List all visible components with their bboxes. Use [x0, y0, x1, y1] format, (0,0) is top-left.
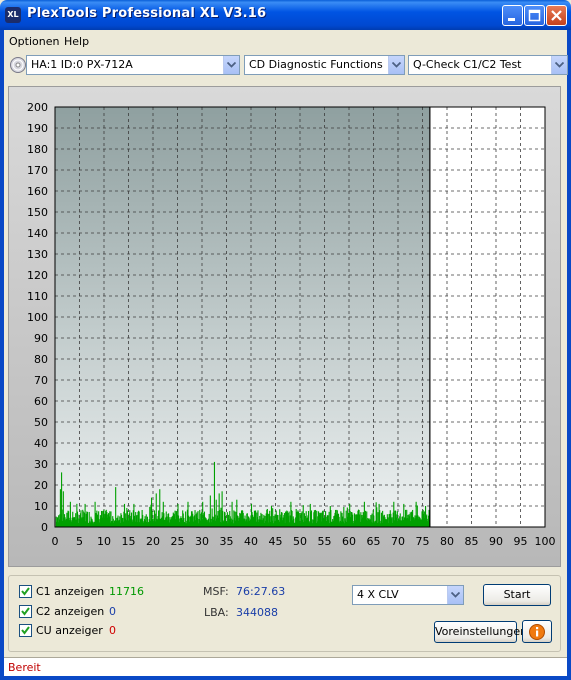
- x-tick-label: 90: [489, 535, 503, 548]
- test-select-value: Q-Check C1/C2 Test: [413, 58, 522, 71]
- x-tick-label: 40: [244, 535, 258, 548]
- c2-checkbox-row[interactable]: C2 anzeigen 0: [19, 605, 199, 621]
- menu-bar: Optionen Help: [4, 31, 567, 51]
- test-select[interactable]: Q-Check C1/C2 Test: [408, 55, 568, 75]
- y-tick-label: 200: [27, 101, 48, 114]
- c1-bar: [61, 472, 63, 527]
- y-tick-label: 20: [34, 479, 48, 492]
- close-button[interactable]: [546, 5, 567, 26]
- checkmark-icon: [21, 626, 30, 635]
- y-tick-label: 190: [27, 122, 48, 135]
- info-button[interactable]: [522, 620, 552, 643]
- y-tick-label: 70: [34, 374, 48, 387]
- x-tick-label: 70: [391, 535, 405, 548]
- status-text: Bereit: [8, 661, 41, 674]
- y-tick-label: 30: [34, 458, 48, 471]
- y-tick-label: 40: [34, 437, 48, 450]
- toolbar: HA:1 ID:0 PX-712A CD Diagnostic Function…: [4, 51, 568, 81]
- checkmark-icon: [21, 607, 30, 616]
- c1-checkbox-row[interactable]: C1 anzeigen 11716: [19, 585, 199, 601]
- c2-count: 0: [109, 605, 116, 618]
- cu-checkbox-row[interactable]: CU anzeiger 0: [19, 624, 199, 640]
- x-tick-label: 5: [76, 535, 83, 548]
- info-icon: [529, 624, 545, 640]
- msf-label: MSF:: [203, 585, 229, 598]
- x-tick-label: 55: [318, 535, 332, 548]
- speed-select-value: 4 X CLV: [357, 588, 399, 601]
- chart-panel: 0 5 10 15 20 25 30 35 40 45 50 55 60 65 70 75 80 85 90 95 10…: [8, 86, 561, 567]
- lba-value: 344088: [236, 606, 278, 619]
- msf-value: 76:27.63: [236, 585, 286, 598]
- x-tick-label: 85: [465, 535, 479, 548]
- cu-count: 0: [109, 624, 116, 637]
- title-bar[interactable]: XL PlexTools Professional XL V3.16: [0, 0, 571, 30]
- x-tick-label: 45: [269, 535, 283, 548]
- c1-count: 11716: [109, 585, 144, 598]
- maximize-button[interactable]: [524, 5, 545, 26]
- x-tick-label: 60: [342, 535, 356, 548]
- chevron-down-icon[interactable]: [447, 586, 463, 604]
- y-tick-label: 100: [27, 311, 48, 324]
- checkmark-icon: [21, 587, 30, 596]
- chevron-down-icon[interactable]: [551, 56, 567, 74]
- cu-checkbox[interactable]: [19, 624, 32, 637]
- disc-icon: [10, 57, 26, 73]
- close-icon: [551, 10, 562, 21]
- function-select-value: CD Diagnostic Functions: [249, 58, 383, 71]
- c1c2-chart: 0 5 10 15 20 25 30 35 40 45 50 55 60 65 70 75 80 85 90 95 10…: [27, 101, 556, 548]
- y-tick-label: 170: [27, 164, 48, 177]
- chevron-down-icon[interactable]: [388, 56, 404, 74]
- x-tick-label: 75: [416, 535, 430, 548]
- settings-button[interactable]: Voreinstellungen: [434, 621, 527, 643]
- y-tick-label: 120: [27, 269, 48, 282]
- y-tick-label: 150: [27, 206, 48, 219]
- minimize-icon: [508, 18, 515, 21]
- y-tick-label: 80: [34, 353, 48, 366]
- y-tick-label: 90: [34, 332, 48, 345]
- maximize-icon: [528, 9, 541, 22]
- x-tick-label: 20: [146, 535, 160, 548]
- x-tick-label: 100: [535, 535, 556, 548]
- speed-select[interactable]: 4 X CLV: [352, 585, 464, 605]
- menu-help[interactable]: Help: [64, 35, 89, 48]
- x-tick-label: 25: [171, 535, 185, 548]
- y-tick-label: 50: [34, 416, 48, 429]
- y-tick-label: 130: [27, 248, 48, 261]
- c1-checkbox[interactable]: [19, 585, 32, 598]
- window-border-left: [0, 30, 4, 680]
- y-tick-label: 160: [27, 185, 48, 198]
- x-tick-label: 95: [514, 535, 528, 548]
- x-tick-label: 30: [195, 535, 209, 548]
- x-tick-label: 50: [293, 535, 307, 548]
- window-title: PlexTools Professional XL V3.16: [27, 6, 267, 21]
- start-button[interactable]: Start: [483, 584, 551, 606]
- minimize-button[interactable]: [502, 5, 523, 26]
- drive-select[interactable]: HA:1 ID:0 PX-712A: [26, 55, 240, 75]
- cu-label: CU anzeiger: [36, 624, 103, 637]
- x-tick-label: 15: [122, 535, 136, 548]
- c1-label: C1 anzeigen: [36, 585, 105, 598]
- y-tick-label: 10: [34, 500, 48, 513]
- app-icon: XL: [5, 7, 21, 23]
- x-tick-label: 35: [220, 535, 234, 548]
- y-tick-label: 110: [27, 290, 48, 303]
- lba-label: LBA:: [204, 606, 229, 619]
- window-border-right: [567, 30, 571, 680]
- c2-checkbox[interactable]: [19, 605, 32, 618]
- window-border-bottom: [0, 676, 571, 680]
- y-tick-label: 180: [27, 143, 48, 156]
- y-tick-label: 60: [34, 395, 48, 408]
- c2-label: C2 anzeigen: [36, 605, 105, 618]
- menu-optionen[interactable]: Optionen: [9, 35, 59, 48]
- x-tick-label: 10: [97, 535, 111, 548]
- x-tick-label: 0: [52, 535, 59, 548]
- y-tick-label: 0: [41, 521, 48, 534]
- status-bar: Bereit: [4, 657, 567, 676]
- y-tick-label: 140: [27, 227, 48, 240]
- x-tick-label: 80: [440, 535, 454, 548]
- x-tick-label: 65: [367, 535, 381, 548]
- function-select[interactable]: CD Diagnostic Functions: [244, 55, 405, 75]
- chevron-down-icon[interactable]: [223, 56, 239, 74]
- drive-select-value: HA:1 ID:0 PX-712A: [31, 58, 133, 71]
